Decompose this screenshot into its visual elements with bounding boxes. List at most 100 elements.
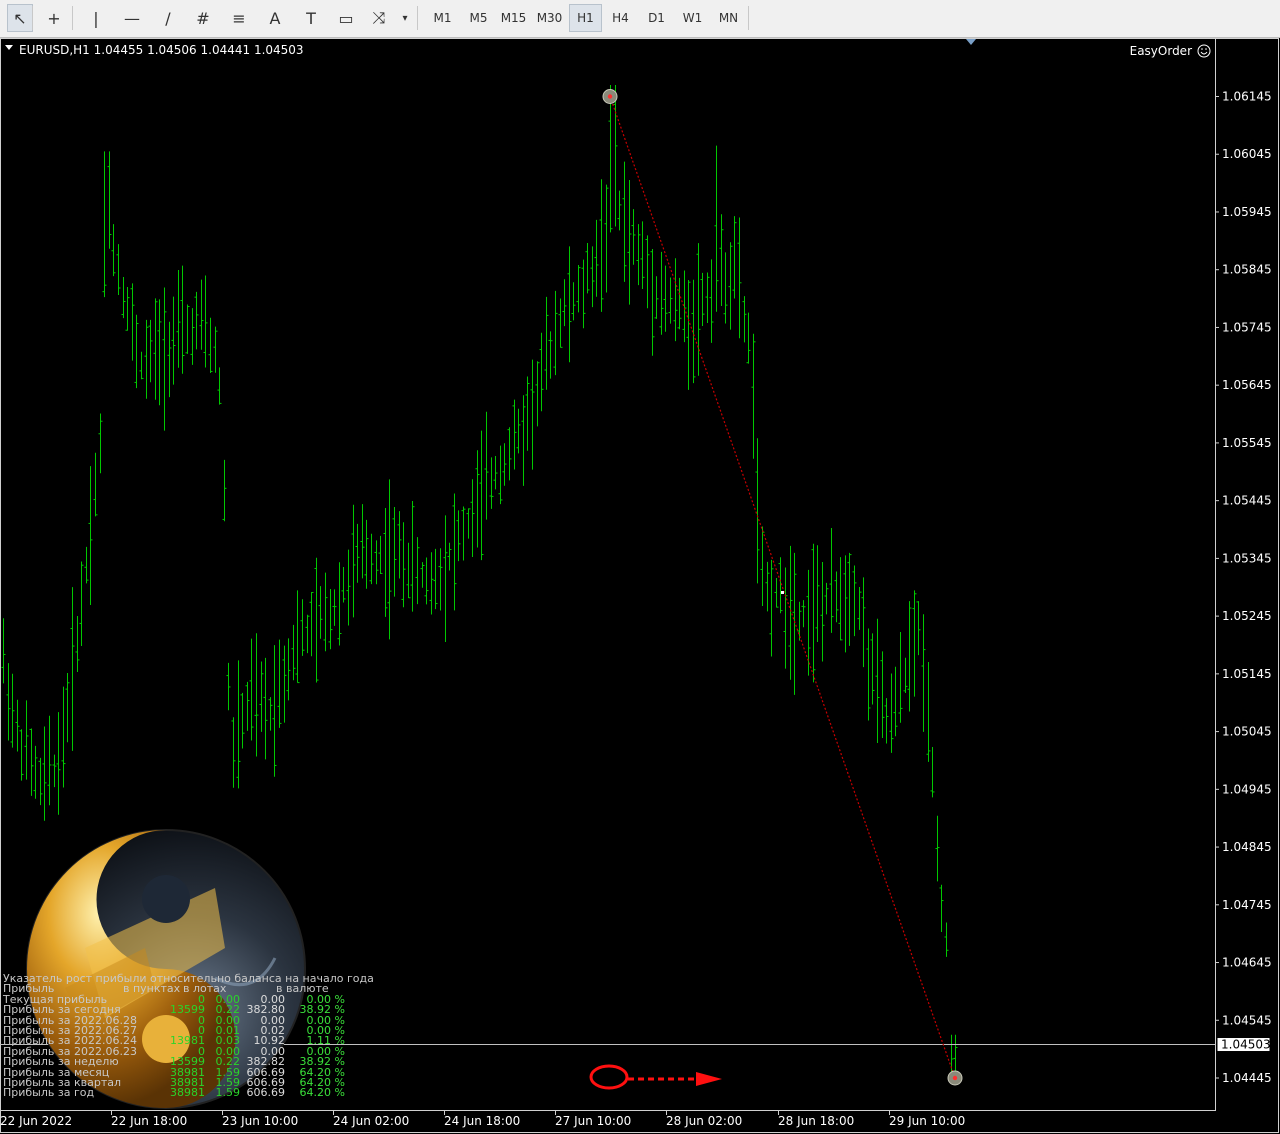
horizontal-line-tool-button[interactable]: — [119,4,145,32]
price-tick-label: 1.05545 [1222,436,1272,450]
timeframe-m15-button[interactable]: M15 [497,4,530,32]
ohlc-bar [456,510,461,562]
timeframe-h4-button[interactable]: H4 [604,4,637,32]
ohlc-bar [33,745,38,799]
ohlc-bar [493,455,498,490]
ohlc-bar [452,493,457,611]
ohlc-bar [309,591,314,657]
ohlc-bar [696,243,701,376]
time-tick-label: 22 Jun 2022 [0,1114,72,1128]
ohlc-bar [194,291,199,350]
timeframe-m30-button[interactable]: M30 [533,4,566,32]
ohlc-bar [295,590,300,684]
ohlc-bar [121,276,126,319]
ohlc-bar [332,589,337,626]
price-tick-label: 1.05845 [1222,263,1272,277]
ohlc-bar [774,578,779,608]
chart-shift-marker[interactable] [966,39,976,45]
fibonacci-tool-button[interactable]: ≡ [226,4,252,32]
ohlc-bar [654,276,659,319]
ohlc-bar [249,638,254,741]
price-tick-label: 1.04745 [1222,898,1272,912]
trend-anchor-point[interactable] [602,89,618,104]
ohlc-bar [857,586,862,630]
ohlc-bar [627,180,632,305]
trend-anchor-point[interactable] [947,1070,963,1086]
ohlc-bar [410,501,415,612]
stats-rows: Текущая прибыль 0 0.00 0.00 0.00 % Прибыль за… [3,994,403,1099]
ohlc-bar [438,548,443,611]
ohlc-bar [337,562,342,646]
crosshair-tool-button[interactable]: + [41,4,67,32]
ohlc-bar [286,638,291,701]
text-tool-tool-button[interactable]: A [262,4,288,32]
toolbar-separator [748,6,749,30]
text-label-icon: T [306,8,316,28]
ohlc-bar [300,599,305,656]
ohlc-bar [466,508,471,539]
ohlc-bar [792,552,797,695]
ohlc-bar [139,351,144,380]
ohlc-bar [769,559,774,657]
price-tick-label: 1.04545 [1222,1013,1272,1027]
ohlc-bar [834,571,839,623]
ohlc-bar [553,290,558,376]
ohlc-bar [401,522,406,608]
stats-row-points: 0 [198,1013,205,1027]
ohlc-bar [663,265,668,332]
ohlc-bar [645,235,650,309]
ohlc-bar [176,269,181,368]
ohlc-bar [585,242,590,294]
timeframe-mn-button[interactable]: MN [712,4,745,32]
timeframe-m1-button[interactable]: M1 [426,4,459,32]
cursor-tool-button[interactable]: ↖ [7,4,33,32]
rectangle-tool-button[interactable]: ▭ [333,4,359,32]
vertical-line-tool-button[interactable]: | [83,4,109,32]
ohlc-bar [912,590,917,697]
timeframe-d1-button[interactable]: D1 [640,4,673,32]
ohlc-bar [604,184,609,293]
price-tick-label: 1.05145 [1222,667,1272,681]
trend-line[interactable] [609,96,956,1079]
trendline-tool-button[interactable]: / [155,4,181,32]
ohlc-bar [944,922,949,957]
ohlc-bar [1,618,6,684]
ohlc-bar [180,265,185,374]
timeframe-w1-button[interactable]: W1 [676,4,709,32]
text-label-tool-button[interactable]: T [298,4,324,32]
ohlc-bar [98,413,103,474]
ohlc-bar [829,527,834,633]
ohlc-bar [259,661,264,732]
ohlc-bar [268,697,273,731]
stats-row-points: 13981 [170,1034,205,1048]
ohlc-bar [815,545,820,643]
ohlc-bar [475,450,480,548]
ohlc-bar [217,367,222,405]
arrows-tool-button[interactable]: ⤨ [366,4,392,32]
smiley-icon[interactable] [1197,44,1211,58]
ohlc-bar [852,565,857,637]
chart-window[interactable]: EURUSD,H1 1.04455 1.04506 1.04441 1.0450… [0,38,1280,1134]
ohlc-bar [512,399,517,470]
channel-tool-button[interactable]: # [190,4,216,32]
ohlc-bar [875,618,880,743]
toolbar-separator [32,6,33,30]
ohlc-bar [898,631,903,723]
timeframe-m5-button[interactable]: M5 [462,4,495,32]
time-tick-label: 24 Jun 18:00 [444,1114,520,1128]
ohlc-bar [746,312,751,364]
cursor-icon: ↖ [13,8,27,28]
timeframe-h1-button[interactable]: H1 [569,4,602,32]
ohlc-bar [24,700,29,780]
ohlc-bar [576,264,581,313]
ohlc-bar [328,588,333,650]
toolbar: ↖ + | — / # ≡ A T ▭ ⤨ ▾ M1 M5 M15 M30 H1 H4 D1 W1 MN [0,0,1280,38]
dropdown-arrow-tool-button[interactable]: ▾ [398,4,412,32]
ohlc-bar [387,479,392,640]
stats-header-col2: в пунктах [123,982,181,996]
ohlc-bar [199,279,204,350]
chart-menu-triangle-icon[interactable] [5,45,13,50]
ohlc-bar [742,296,747,343]
ohlc-bar [203,275,208,368]
ohlc-bar [502,443,507,486]
